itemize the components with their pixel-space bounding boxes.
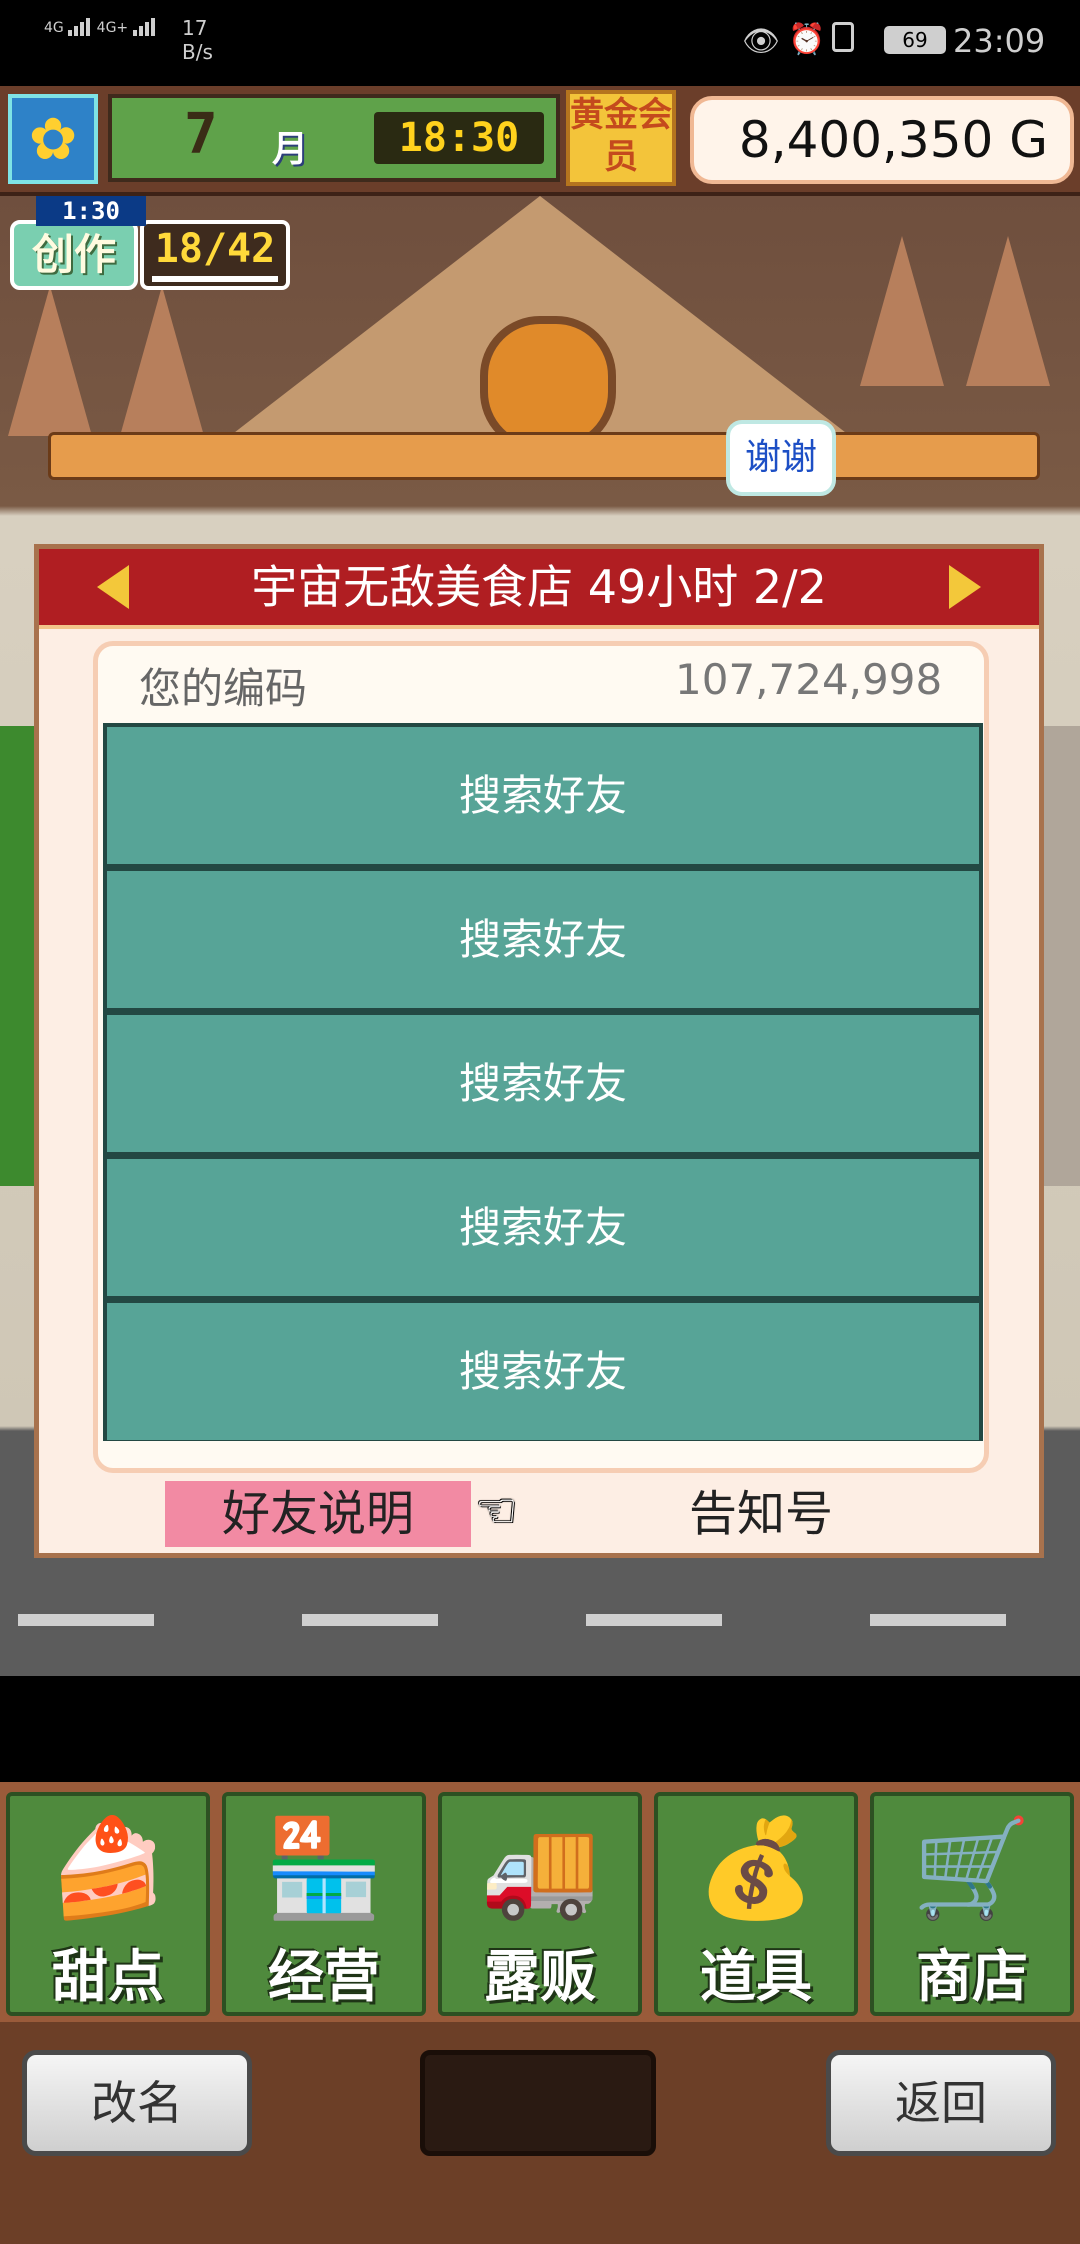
rename-button[interactable]: 改名: [22, 2050, 252, 2156]
spire: [8, 286, 92, 436]
menu-item-manage[interactable]: 🏪 经营: [222, 1792, 426, 2016]
shop-beam: [48, 432, 1040, 480]
search-friend-button[interactable]: 搜索好友: [107, 1159, 979, 1296]
shop-icon: 🏪: [264, 1812, 384, 1924]
road-dash: [18, 1614, 154, 1626]
create-panel[interactable]: 创作 18/42 1:30: [10, 196, 292, 292]
create-progress-bar: [152, 276, 278, 282]
friend-help-button[interactable]: 好友说明: [165, 1481, 471, 1547]
top-hud: ✿ 7 月 18:30 黄金会员 8,400,350 G: [0, 86, 1080, 196]
network-type-2: 4G+: [96, 20, 129, 36]
cake-icon: 🍰: [48, 1812, 168, 1924]
signal-icon-2: [132, 18, 157, 36]
arrow-left-icon[interactable]: [97, 565, 129, 609]
thanks-speech-bubble: 谢谢: [726, 420, 836, 496]
back-button[interactable]: 返回: [826, 2050, 1056, 2156]
menu-label: 商店: [916, 1945, 1028, 2010]
sunflower-icon[interactable]: ✿: [8, 94, 98, 184]
menu-label: 经营: [268, 1945, 380, 2010]
battery-icon: 69: [884, 26, 946, 54]
status-bar: 4G 4G+ 17 B/s 👁 ⏰ 69 23:09: [0, 0, 1080, 86]
food-truck-icon: 🚚: [480, 1812, 600, 1924]
code-value: 107,724,998: [675, 655, 943, 704]
status-time: 23:09: [953, 22, 1046, 60]
dialog-title: 宇宙无敌美食店 49小时 2/2: [251, 560, 827, 614]
search-friend-button[interactable]: 搜索好友: [107, 1015, 979, 1152]
menu-item-items[interactable]: 💰 道具: [654, 1792, 858, 2016]
network-indicator: 4G 4G+: [44, 18, 157, 36]
bottom-bar: 改名 返回: [0, 2022, 1080, 2244]
search-friend-list: 搜索好友 搜索好友 搜索好友 搜索好友 搜索好友: [103, 723, 983, 1441]
notice-button[interactable]: 告知号: [689, 1481, 833, 1547]
vibrate-icon: [832, 22, 854, 52]
dialog-header: 宇宙无敌美食店 49小时 2/2: [39, 549, 1039, 629]
spire: [860, 236, 944, 386]
month-label: 月: [272, 129, 309, 170]
spire: [120, 286, 204, 436]
arrow-right-icon[interactable]: [949, 565, 981, 609]
code-label: 您的编码: [139, 664, 308, 713]
search-friend-button[interactable]: 搜索好友: [107, 727, 979, 864]
menu-label: 道具: [700, 1945, 812, 2010]
menu-label: 甜点: [52, 1945, 164, 2010]
gold-member-badge[interactable]: 黄金会员: [566, 90, 676, 186]
spire: [966, 236, 1050, 386]
road-dash: [586, 1614, 722, 1626]
items-bag-icon: 💰: [696, 1812, 816, 1924]
search-friend-button[interactable]: 搜索好友: [107, 871, 979, 1008]
alarm-icon: ⏰: [788, 22, 826, 57]
eye-icon: 👁: [742, 24, 781, 59]
menu-item-dessert[interactable]: 🍰 甜点: [6, 1792, 210, 2016]
menu-item-store[interactable]: 🛒 商店: [870, 1792, 1074, 2016]
search-friend-button[interactable]: 搜索好友: [107, 1303, 979, 1440]
create-label: 创作: [10, 220, 138, 290]
menu-label: 露贩: [484, 1945, 596, 2010]
shopping-cart-icon: 🛒: [912, 1812, 1032, 1924]
road-dash: [302, 1614, 438, 1626]
bottom-menu: 🍰 甜点 🏪 经营 🚚 露贩 💰 道具 🛒 商店: [0, 1782, 1080, 2022]
net-speed: 17 B/s: [182, 16, 213, 64]
calendar-panel: 7 月 18:30: [108, 94, 560, 182]
friend-dialog: 宇宙无敌美食店 49小时 2/2 您的编码 107,724,998 搜索好友 搜…: [34, 544, 1044, 1558]
center-display: [420, 2050, 656, 2156]
pointing-hand-icon: ☜: [475, 1483, 519, 1539]
money-display: 8,400,350 G: [690, 96, 1074, 184]
road-dash: [870, 1614, 1006, 1626]
game-clock: 18:30: [374, 112, 544, 164]
wall: [1040, 726, 1080, 1186]
network-type-1: 4G: [44, 20, 64, 36]
menu-item-food-truck[interactable]: 🚚 露贩: [438, 1792, 642, 2016]
month-value: 7: [184, 102, 218, 167]
create-timer: 1:30: [36, 196, 146, 226]
signal-icon: [68, 18, 92, 36]
